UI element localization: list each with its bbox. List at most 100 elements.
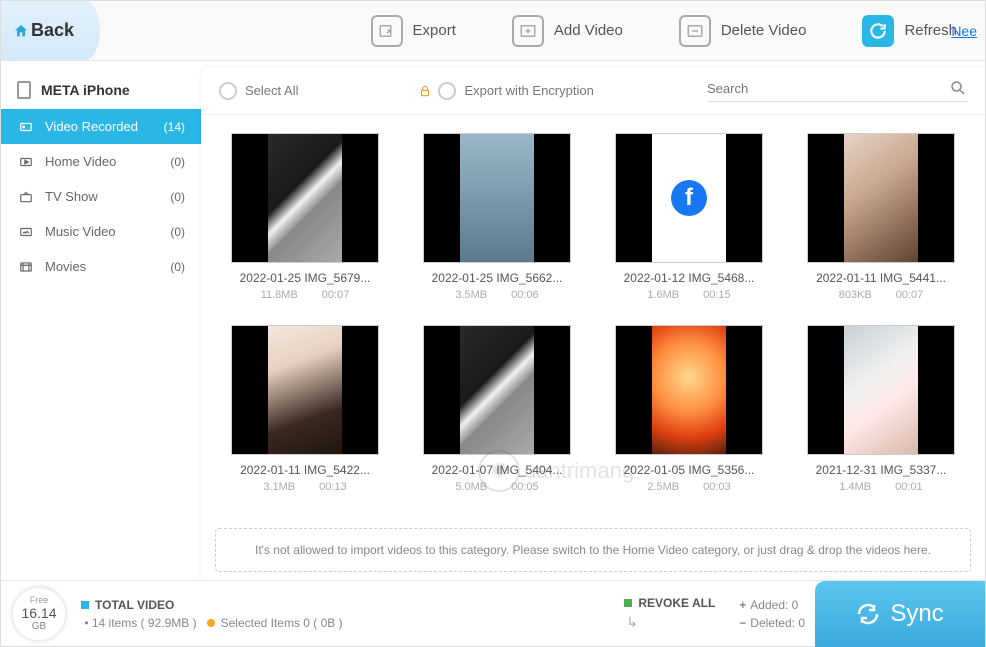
video-thumbnail: f: [615, 133, 763, 263]
refresh-label: Refresh: [904, 22, 957, 39]
video-size: 1.6MB: [647, 289, 679, 301]
search-input[interactable]: [707, 81, 949, 96]
added-count: Added: 0: [750, 598, 798, 612]
sidebar-item-label: TV Show: [45, 189, 170, 204]
video-meta: 11.8MB00:07: [261, 289, 350, 301]
video-size: 3.5MB: [455, 289, 487, 301]
video-duration: 00:07: [896, 289, 924, 301]
sidebar-item-music-video[interactable]: Music Video(0): [1, 214, 201, 249]
video-size: 11.8MB: [261, 289, 298, 301]
video-thumbnail: [423, 325, 571, 455]
category-icon: [17, 120, 35, 134]
video-card[interactable]: f 2022-01-12 IMG_5468... 1.6MB 00:15: [597, 133, 781, 301]
video-meta: 3.1MB00:13: [263, 481, 346, 493]
lock-icon: [418, 84, 432, 98]
video-thumbnail: [807, 325, 955, 455]
video-card[interactable]: 2022-01-11 IMG_5422... 3.1MB00:13: [213, 325, 397, 493]
select-all-checkbox[interactable]: [219, 82, 237, 100]
sidebar-item-count: (14): [164, 120, 185, 134]
video-duration: 00:03: [703, 481, 731, 493]
video-size: 5.0MB: [455, 481, 487, 493]
export-encrypt-label: Export with Encryption: [464, 83, 593, 98]
sidebar-item-label: Home Video: [45, 154, 170, 169]
sync-icon: [856, 602, 880, 626]
video-grid-scroll[interactable]: 2022-01-25 IMG_5679...11.8MB00:072022-01…: [201, 115, 985, 520]
disk-free-gauge: Free 16.14 GB: [11, 586, 67, 642]
export-icon: [371, 15, 403, 47]
video-card[interactable]: 2021-12-31 IMG_5337... 1.4MB 00:01: [789, 325, 973, 493]
teal-square-icon: [81, 601, 89, 609]
video-filename: 2021-12-31 IMG_5337...: [806, 463, 956, 477]
video-filename: 2022-01-12 IMG_5468...: [614, 271, 764, 285]
total-video-detail: 14 items ( 92.9MB ): [92, 616, 197, 630]
add-video-label: Add Video: [554, 22, 623, 39]
video-filename: 2022-01-25 IMG_5679...: [230, 271, 380, 285]
selected-items-label: Selected Items 0 ( 0B ): [221, 616, 343, 630]
video-card[interactable]: 2022-01-05 IMG_5356...2.5MB00:03: [597, 325, 781, 493]
video-meta: 2.5MB00:03: [647, 481, 730, 493]
delete-video-icon: [679, 15, 711, 47]
revoke-arrow-icon: ↳: [624, 614, 721, 631]
video-thumbnail: [423, 133, 571, 263]
disk-free-unit: GB: [32, 621, 46, 632]
video-size: 1.4MB: [839, 481, 871, 493]
search-box[interactable]: [707, 79, 967, 102]
body: META iPhone Video Recorded(14)Home Video…: [1, 61, 985, 580]
home-icon: [13, 23, 29, 39]
device-name: META iPhone: [41, 82, 130, 98]
sidebar-item-tv-show[interactable]: TV Show(0): [1, 179, 201, 214]
footer: Free 16.14 GB TOTAL VIDEO • 14 items ( 9…: [1, 580, 985, 646]
video-thumbnail: [231, 133, 379, 263]
orange-dot-icon: [207, 619, 215, 627]
video-duration: 00:05: [511, 481, 539, 493]
video-card[interactable]: 2022-01-11 IMG_5441... 803KB00:07: [789, 133, 973, 301]
video-filename: 2022-01-07 IMG_5404...: [422, 463, 572, 477]
video-meta: 3.5MB 00:06: [455, 289, 538, 301]
video-duration: 00:06: [511, 289, 539, 301]
video-meta: 1.4MB 00:01: [839, 481, 922, 493]
select-all-label: Select All: [245, 83, 298, 98]
video-card[interactable]: 2022-01-07 IMG_5404... 5.0MB 00:05: [405, 325, 589, 493]
category-icon: [17, 225, 35, 239]
sidebar-item-video-recorded[interactable]: Video Recorded(14): [1, 109, 201, 144]
video-filename: 2022-01-11 IMG_5422...: [230, 463, 380, 477]
category-icon: [17, 155, 35, 169]
video-duration: 00:01: [895, 481, 923, 493]
deleted-count: Deleted: 0: [750, 616, 805, 630]
disk-free-value: 16.14: [21, 605, 56, 621]
video-filename: 2022-01-11 IMG_5441...: [806, 271, 956, 285]
export-button[interactable]: Export: [371, 15, 456, 47]
top-toolbar: Back Export Add Video Delete Video Refre…: [1, 1, 985, 61]
video-thumbnail: [615, 325, 763, 455]
video-duration: 00:13: [319, 481, 347, 493]
total-video-stats: TOTAL VIDEO • 14 items ( 92.9MB ) Select…: [81, 598, 343, 630]
export-encrypt-checkbox[interactable]: [438, 82, 456, 100]
change-stats: +Added: 0 −Deleted: 0: [739, 598, 805, 630]
back-button[interactable]: Back: [1, 1, 100, 60]
sidebar-item-label: Music Video: [45, 224, 170, 239]
sync-button[interactable]: Sync: [815, 581, 985, 647]
phone-icon: [17, 81, 31, 99]
video-duration: 00:15: [703, 289, 731, 301]
top-right-link[interactable]: Nee: [951, 23, 977, 39]
sidebar-item-home-video[interactable]: Home Video(0): [1, 144, 201, 179]
export-label: Export: [413, 22, 456, 39]
add-video-button[interactable]: Add Video: [512, 15, 623, 47]
sidebar-item-count: (0): [170, 260, 185, 274]
filter-bar: Select All Export with Encryption: [201, 67, 985, 115]
main-panel: Select All Export with Encryption 2022-0…: [201, 67, 985, 580]
device-header[interactable]: META iPhone: [1, 71, 201, 109]
video-thumbnail: [807, 133, 955, 263]
delete-video-button[interactable]: Delete Video: [679, 15, 807, 47]
video-meta: 803KB00:07: [839, 289, 924, 301]
refresh-button[interactable]: Refresh: [862, 15, 957, 47]
video-card[interactable]: 2022-01-25 IMG_5662...3.5MB00:06: [405, 133, 589, 301]
refresh-icon: [862, 15, 894, 47]
total-video-label: TOTAL VIDEO: [95, 598, 174, 612]
sidebar-item-count: (0): [170, 155, 185, 169]
video-card[interactable]: 2022-01-25 IMG_5679... 11.8MB00:07: [213, 133, 397, 301]
disk-free-label: Free: [30, 595, 49, 605]
category-icon: [17, 190, 35, 204]
sidebar-item-movies[interactable]: Movies(0): [1, 249, 201, 284]
category-icon: [17, 260, 35, 274]
